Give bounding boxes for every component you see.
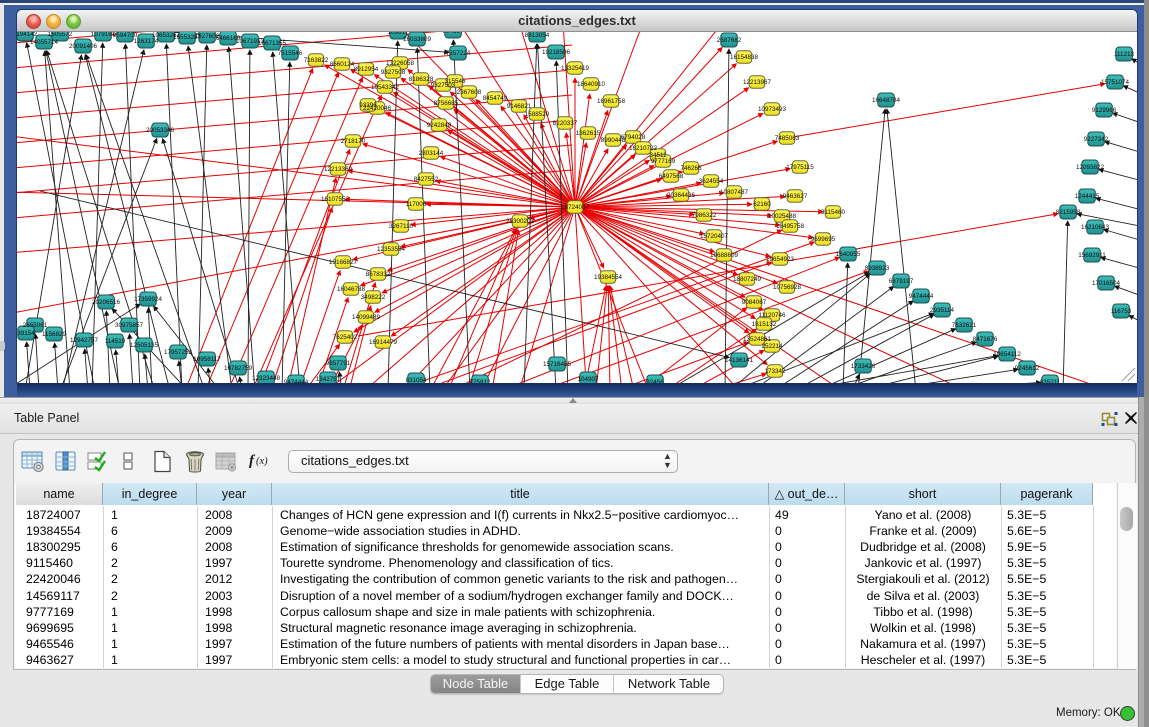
svg-text:f: f: [249, 453, 256, 469]
svg-text:(x): (x): [256, 456, 268, 467]
